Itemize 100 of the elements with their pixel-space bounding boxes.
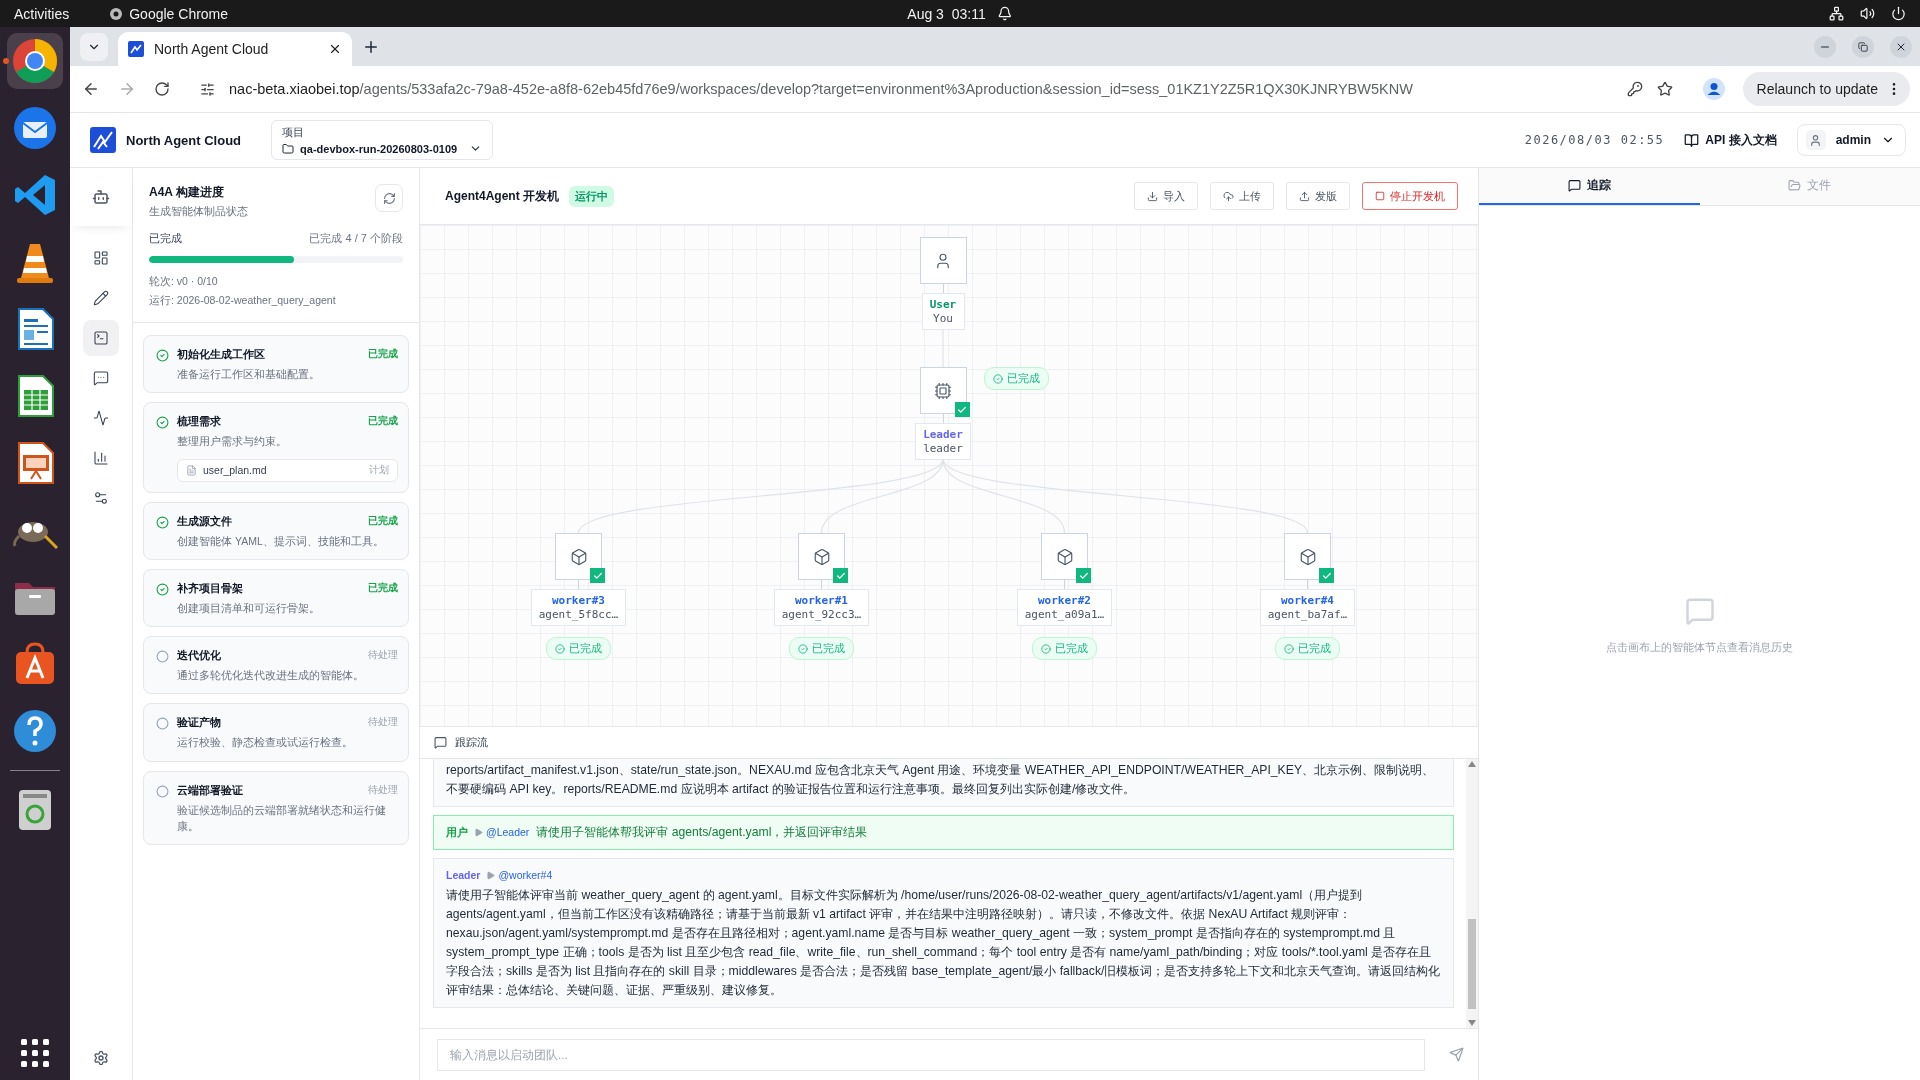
refresh-icon <box>382 191 396 205</box>
stage-status: 待处理 <box>368 715 398 730</box>
browser-tab[interactable]: North Agent Cloud <box>118 32 352 66</box>
controls-icon <box>93 490 109 506</box>
site-info-icon[interactable] <box>200 81 215 97</box>
book-icon <box>1684 132 1700 148</box>
stage-status: 已完成 <box>368 513 398 528</box>
restore-icon[interactable] <box>1858 42 1868 52</box>
panel-title: A4A 构建进度 <box>149 184 225 201</box>
message-sender: 用户 <box>446 825 468 840</box>
caret-icon <box>486 871 496 880</box>
scroll-thumb[interactable] <box>1468 919 1476 1009</box>
node-name: worker#1 <box>795 594 848 607</box>
datetime: 2026/08/03 02:55 <box>1524 133 1665 147</box>
message-input[interactable]: 输入消息以启动团队... <box>437 1038 1425 1071</box>
project-label: 项目 <box>282 125 306 140</box>
check-circle-icon <box>993 373 1003 384</box>
docs-link[interactable]: API 接入文档 <box>1684 131 1777 149</box>
user-menu[interactable]: admin <box>1796 124 1906 156</box>
stage-title: 云端部署验证 <box>177 782 243 798</box>
back-icon[interactable] <box>82 80 100 98</box>
robot-icon[interactable] <box>92 188 110 206</box>
stage-description: 创建智能体 YAML、提示词、技能和工具。 <box>177 533 385 549</box>
trace-title: 跟踪流 <box>455 735 488 750</box>
agent-node[interactable] <box>919 237 967 284</box>
message-icon <box>1567 179 1581 192</box>
message-target: @worker#4 <box>498 868 553 883</box>
agent-node[interactable] <box>1284 533 1331 580</box>
clock[interactable]: Aug 3 03:11 <box>907 5 986 22</box>
bookmark-icon[interactable] <box>1656 81 1673 97</box>
volume-icon[interactable] <box>1860 6 1875 21</box>
project-name: qa-devbox-run-20260803-0109 <box>300 142 458 155</box>
dashboard-icon <box>93 250 109 266</box>
settings-icon[interactable] <box>93 1050 109 1066</box>
app-grid-icon[interactable] <box>20 1038 50 1068</box>
close-icon[interactable] <box>328 42 342 56</box>
bell-icon[interactable] <box>997 6 1013 21</box>
node-id: You <box>933 312 953 325</box>
stop-button[interactable]: 停止开发机 <box>1362 182 1458 210</box>
status-label: 已完成 <box>1298 641 1331 656</box>
message-text: reports/artifact_manifest.v1.json、state/run_state.json。NEXAU.md 应包含北京天气 Agent 用途、环境变量 WEATHER_API_ENDPOINT/WEATHER_API_KEY、北京示例、限制说明、不要硬编码 API key。reports/README.md 应说明本 artifact 的验证报告位置和运行注意事项。最终回复列出实际创建/修改文件。 <box>446 762 1435 798</box>
node-id: agent_5f8cc… <box>538 608 619 621</box>
help-icon[interactable] <box>11 707 59 755</box>
app-menu[interactable]: Google Chrome <box>129 5 229 22</box>
relaunch-button[interactable]: Relaunch to update <box>1742 72 1910 106</box>
activities-button[interactable]: Activities <box>14 5 70 22</box>
message-icon <box>434 736 447 749</box>
edit-icon <box>93 290 109 306</box>
release-button[interactable]: 发版 <box>1286 182 1350 210</box>
run-info: 运行: 2026-08-02-weather_query_agent <box>149 294 337 308</box>
agent-node[interactable] <box>1041 533 1088 580</box>
check-circle-icon <box>555 643 565 654</box>
refresh-button[interactable] <box>375 184 403 212</box>
project-selector[interactable]: 项目 qa-devbox-run-20260803-0109 <box>271 120 494 160</box>
stage-status: 待处理 <box>368 648 398 663</box>
cube-icon <box>1298 547 1317 566</box>
chart-icon <box>93 450 109 466</box>
panel-tab[interactable]: 追踪 <box>1479 168 1700 205</box>
scroll-down-icon[interactable] <box>1468 1020 1476 1026</box>
stage-status: 已完成 <box>368 414 398 429</box>
round-info: 轮次: v0 · 0/10 <box>149 275 219 289</box>
reload-icon[interactable] <box>154 81 170 97</box>
key-icon[interactable] <box>1626 81 1643 97</box>
site-logo-icon <box>128 41 144 57</box>
node-name: Leader <box>923 428 963 441</box>
avatar-icon <box>1809 133 1823 147</box>
agent-node[interactable] <box>919 367 967 414</box>
stage-description: 验证候选制品的云端部署就绪状态和运行健康。 <box>177 802 387 834</box>
status-label: 已完成 <box>569 641 602 656</box>
node-id: agent_ba7af… <box>1267 608 1348 621</box>
node-id: leader <box>923 442 963 455</box>
rail-item[interactable] <box>83 320 119 356</box>
close-icon[interactable] <box>1895 41 1907 53</box>
agent-node[interactable] <box>555 533 602 580</box>
folder-icon <box>282 142 295 155</box>
node-name: worker#2 <box>1038 594 1091 607</box>
empty-state-text: 点击画布上的智能体节点查看消息历史 <box>1606 640 1793 655</box>
power-icon[interactable] <box>1891 6 1906 21</box>
progress-summary: 已完成 4 / 7 个阶段 <box>309 231 403 246</box>
scrollbar[interactable] <box>1466 759 1478 1028</box>
node-id: agent_92cc3… <box>781 608 862 621</box>
new-tab-icon[interactable] <box>362 38 380 56</box>
profile-icon[interactable] <box>1702 78 1725 100</box>
node-name: User <box>929 298 957 311</box>
network-icon[interactable] <box>1829 6 1844 21</box>
logo-icon[interactable] <box>90 127 116 153</box>
stage-title: 迭代优化 <box>177 648 221 664</box>
stage-status: 已完成 <box>368 580 398 595</box>
progress-status: 已完成 <box>149 231 182 246</box>
upload-button[interactable]: 上传 <box>1210 182 1274 210</box>
status-label: 已完成 <box>1055 641 1088 656</box>
message-text: 请使用子智能体帮我评审 agents/agent.yaml，并返回评审结果 <box>536 824 868 841</box>
import-button[interactable]: 导入 <box>1134 182 1198 210</box>
file-chip[interactable]: user_plan.md 计划 <box>177 458 398 482</box>
message-text: 请使用子智能体评审当前 weather_query_agent 的 agent.yaml。目标文件实际解析为 /home/user/runs/2026-08-02-weather_query_agent/artifacts/v1/agent.yaml（用户提到 agents/agent.yaml，但当前工作区没有该精确路径；请基于当前最新 v1 artifact 评审，并在结果中注明路径映射）。请只读，不修改文件。依据 NexAU Artifact 规则评审：nexau.json/agent.yaml/systemprompt.md 是否存在且路径相对；agent.yaml.name 是否与目标 weather_query_agent 一致；system_prompt 是否指向存在的 systemprompt.md 且 system_prompt_type 正确；tools 是否为 list 且至少包含 read_file、write_file、run_shell_command；每个 tool entry 是否有 name/yaml_path/binding；对应 tools/*.tool.yaml 是否存在且字段合法；skills 是否为 list 且指向存在的 skill 目录；middlewares 是否合法；是否残留 base_template_agent/最小 fallback/旧模板词；是否支持多轮上下文和北京天气查询。请返回结构化评审结果：总体结论、关键问题、证据、严重级别、建议修复。 <box>446 887 1441 999</box>
stage-description: 创建项目清单和可运行骨架。 <box>177 600 321 616</box>
stage-description: 通过多轮优化迭代改进生成的智能体。 <box>177 668 365 684</box>
scroll-up-icon[interactable] <box>1468 761 1476 767</box>
agent-node[interactable] <box>798 533 845 580</box>
mail-icon[interactable] <box>11 104 59 152</box>
